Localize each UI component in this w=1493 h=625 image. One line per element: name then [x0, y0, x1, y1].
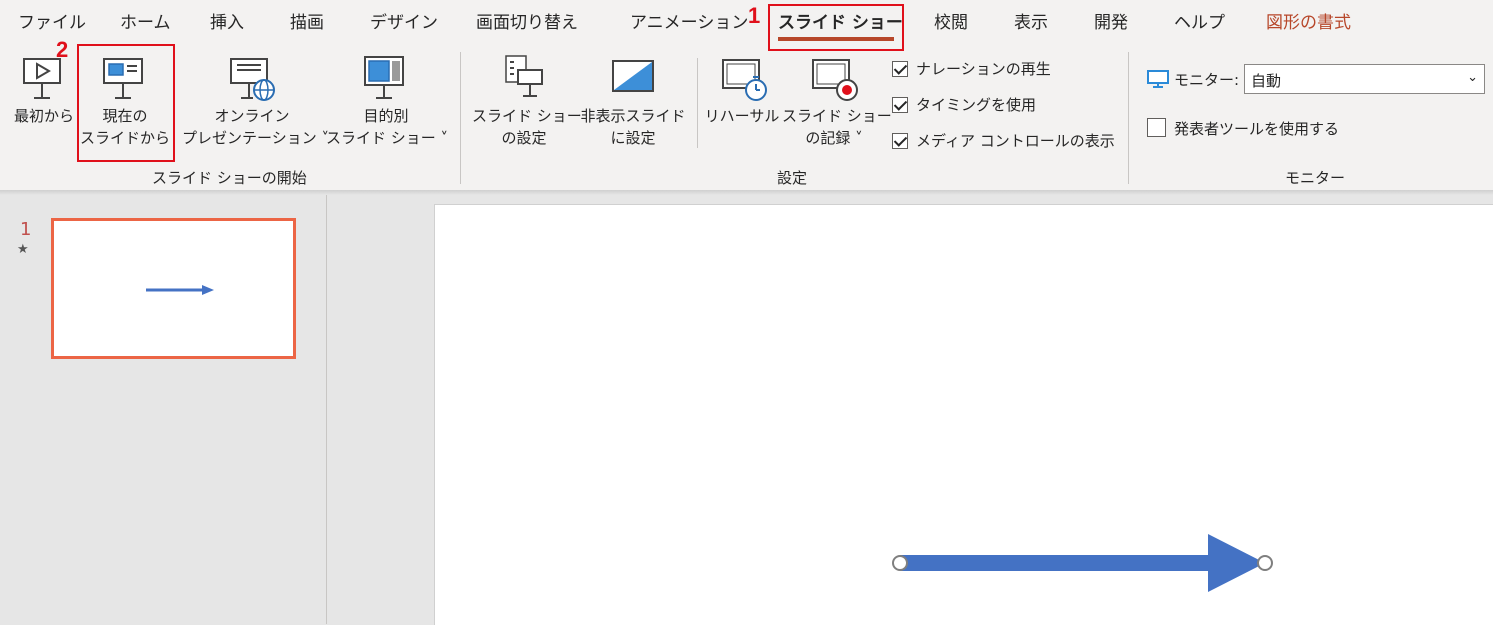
tab-developer[interactable]: 開発 [1094, 8, 1128, 33]
tab-view[interactable]: 表示 [1014, 8, 1048, 33]
play-narrations-label: ナレーションの再生 [916, 60, 1051, 78]
tab-transitions[interactable]: 画面切り替え [476, 8, 578, 33]
tab-home[interactable]: ホーム [120, 8, 171, 33]
hide-slide-label-line2: に設定 [610, 129, 656, 147]
tab-draw[interactable]: 描画 [290, 8, 324, 33]
hide-slide-button[interactable]: 非表示スライド に設定 [578, 50, 688, 160]
play-narrations-checkbox[interactable]: ナレーションの再生 [892, 58, 1051, 79]
checkbox-checked-icon [892, 133, 908, 149]
from-beginning-label: 最初から [13, 107, 74, 125]
tab-help[interactable]: ヘルプ [1174, 8, 1225, 33]
monitor-icon [1147, 70, 1169, 88]
present-online-label-line1: オンライン [214, 107, 290, 125]
record-slideshow-icon [812, 59, 858, 101]
checkbox-unchecked-icon [1147, 118, 1166, 137]
arrow-shape[interactable] [890, 532, 1280, 594]
checkbox-checked-icon [892, 61, 908, 77]
chevron-down-icon: ⌄ [1467, 70, 1478, 85]
slide-canvas[interactable] [434, 204, 1493, 625]
record-label-line1: スライド ショー [782, 107, 892, 125]
custom-slide-show-label-line1: 目的別 [363, 107, 409, 125]
custom-slide-show-button[interactable]: 目的別 スライド ショー ˅ [326, 50, 449, 160]
setup-label-line1: スライド ショー [472, 107, 582, 125]
custom-slide-show-label-line2: スライド ショー ˅ [326, 129, 449, 147]
group-label-setup: 設定 [777, 169, 808, 187]
monitor-select[interactable]: 自動 ⌄ [1244, 64, 1485, 94]
custom-slide-show-icon [364, 56, 404, 99]
present-online-icon [230, 58, 275, 101]
group-label-start-slideshow: スライド ショーの開始 [152, 169, 307, 187]
tab-insert[interactable]: 挿入 [210, 8, 244, 33]
setup-label-line2: の設定 [501, 129, 547, 147]
present-online-button[interactable]: オンライン プレゼンテーション ˅ [182, 50, 329, 160]
record-label-line2: の記録 ˅ [805, 129, 863, 147]
record-slide-show-button[interactable]: スライド ショー の記録 ˅ [782, 50, 892, 160]
tab-shape-format[interactable]: 図形の書式 [1266, 8, 1351, 33]
monitor-select-value: 自動 [1251, 72, 1282, 90]
tab-file[interactable]: ファイル [18, 8, 86, 33]
use-timings-checkbox[interactable]: タイミングを使用 [892, 94, 1036, 115]
resize-handle-start[interactable] [892, 555, 908, 571]
monitor-label: モニター: [1174, 71, 1240, 89]
resize-handle-end[interactable] [1257, 555, 1273, 571]
group-label-monitors: モニター [1285, 169, 1346, 187]
annotation-box-from-current [77, 44, 175, 162]
button-separator [697, 58, 698, 148]
show-media-controls-checkbox[interactable]: メディア コントロールの表示 [892, 130, 1115, 151]
rehearse-timer-icon [722, 59, 767, 101]
rehearse-label: リハーサル [704, 107, 780, 125]
set-up-slide-show-button[interactable]: スライド ショー の設定 [472, 50, 582, 160]
tab-review[interactable]: 校閲 [934, 8, 968, 33]
slide-thumbnail[interactable] [51, 218, 296, 359]
annotation-marker-1: 1 [748, 3, 761, 28]
present-online-label-line2: プレゼンテーション ˅ [182, 129, 329, 147]
presenter-view-checkbox[interactable]: 発表者ツールを使用する [1147, 118, 1339, 139]
tab-design[interactable]: デザイン [370, 8, 438, 33]
slide-number: 1 [20, 219, 32, 240]
thumbnail-arrow-shape [146, 285, 214, 295]
group-separator [460, 52, 461, 184]
annotation-box-slide-show-tab [768, 4, 904, 51]
rehearse-timings-button[interactable]: リハーサル [704, 50, 780, 160]
use-timings-label: タイミングを使用 [916, 96, 1037, 114]
from-beginning-button[interactable]: 最初から [8, 50, 80, 160]
hide-slide-label-line1: 非表示スライド [580, 107, 686, 125]
hide-slide-icon [612, 60, 654, 92]
animation-star-icon: ★ [17, 242, 29, 257]
presenter-view-label: 発表者ツールを使用する [1174, 120, 1340, 138]
tab-animations[interactable]: アニメーション [630, 8, 748, 33]
ribbon-tab-bar: ファイル ホーム 挿入 描画 デザイン 画面切り替え アニメーション スライド … [0, 0, 1493, 42]
annotation-marker-2: 2 [56, 37, 69, 62]
group-separator [1128, 52, 1129, 184]
show-media-controls-label: メディア コントロールの表示 [916, 132, 1115, 150]
checkbox-checked-icon [892, 97, 908, 113]
slideshow-setup-icon [505, 55, 543, 97]
